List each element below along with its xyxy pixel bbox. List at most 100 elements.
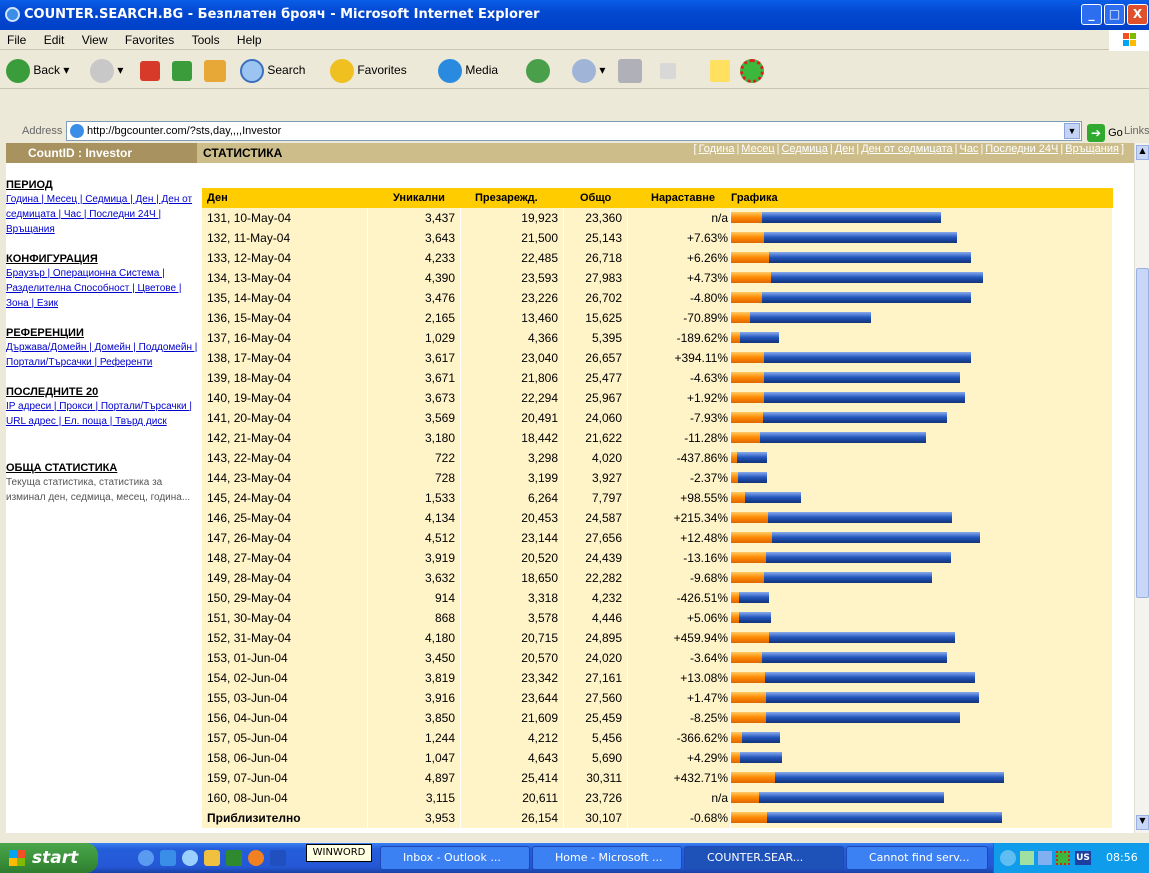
quicklaunch-ie-icon[interactable]	[138, 850, 154, 866]
nav-month[interactable]: Месец	[741, 143, 774, 155]
nav-year[interactable]: Година	[699, 143, 735, 155]
history-button[interactable]	[526, 57, 550, 83]
reloads-cell: 25,414	[461, 768, 564, 788]
chart-cell	[731, 688, 1113, 708]
close-button[interactable]: X	[1127, 4, 1148, 25]
menu-view[interactable]: View	[82, 33, 108, 47]
last20-links[interactable]: IP адреси | Прокси | Портали/Търсачки | …	[6, 399, 198, 429]
day-cell: 140, 19-May-04	[202, 388, 368, 408]
back-button[interactable]: Back ▾	[6, 57, 69, 83]
refresh-button[interactable]	[172, 57, 192, 83]
day-cell: 157, 05-Jun-04	[202, 728, 368, 748]
reloads-cell: 20,611	[461, 788, 564, 808]
total-cell: 24,439	[564, 548, 628, 568]
quicklaunch-folder-icon[interactable]	[204, 850, 220, 866]
taskbar: start WINWORD Inbox - Outlook ... Home -…	[0, 843, 1149, 873]
period-heading: ПЕРИОД	[6, 179, 53, 191]
quicklaunch-excel-icon[interactable]	[226, 850, 242, 866]
unique-cell: 3,617	[368, 348, 461, 368]
mail-button[interactable]: ▾	[572, 57, 605, 83]
nav-last24[interactable]: Последни 24Ч	[985, 143, 1058, 155]
period-links[interactable]: Година | Месец | Седмица | Ден | Ден от …	[6, 192, 198, 237]
media-button[interactable]: Media	[438, 57, 498, 83]
language-indicator[interactable]: US	[1075, 851, 1091, 865]
menu-tools[interactable]: Tools	[192, 33, 220, 47]
table-row: 132, 11-May-04 3,643 21,500 25,143 +7.63%	[202, 228, 1113, 248]
links-label[interactable]: Links	[1124, 119, 1149, 143]
reload-bar	[769, 252, 971, 263]
task-counter[interactable]: COUNTER.SEAR...	[684, 846, 844, 870]
nav-week[interactable]: Седмица	[781, 143, 827, 155]
home-button[interactable]	[204, 57, 226, 83]
unique-cell: 728	[368, 468, 461, 488]
minimize-button[interactable]: _	[1081, 4, 1102, 25]
unique-bar	[731, 652, 762, 663]
reload-bar	[742, 732, 780, 743]
growth-cell: -437.86%	[628, 448, 731, 468]
start-button[interactable]: start	[0, 843, 98, 873]
quicklaunch-media-icon[interactable]	[248, 850, 264, 866]
print-button[interactable]	[618, 57, 642, 83]
stop-button[interactable]	[140, 57, 160, 83]
unique-bar	[731, 532, 772, 543]
growth-cell: -7.93%	[628, 408, 731, 428]
quicklaunch-word-icon[interactable]	[270, 850, 286, 866]
address-dropdown[interactable]: ▼	[1064, 123, 1080, 139]
vertical-scrollbar[interactable]: ▲ ▼	[1134, 143, 1149, 833]
reload-bar	[764, 372, 960, 383]
reload-bar	[759, 792, 944, 803]
nav-day[interactable]: Ден	[835, 143, 855, 155]
unique-cell: 3,953	[368, 808, 461, 828]
growth-cell: -8.25%	[628, 708, 731, 728]
task-outlook[interactable]: Inbox - Outlook ...	[380, 846, 530, 870]
unique-cell: 3,632	[368, 568, 461, 588]
chart-cell	[731, 488, 1113, 508]
reloads-cell: 4,366	[461, 328, 564, 348]
task-cannot-find[interactable]: Cannot find serv...	[846, 846, 988, 870]
day-cell: 156, 04-Jun-04	[202, 708, 368, 728]
menu-help[interactable]: Help	[237, 33, 262, 47]
maximize-button[interactable]: □	[1104, 4, 1125, 25]
reload-bar	[764, 392, 965, 403]
unique-bar	[731, 392, 764, 403]
general-text: Текуща статистика, статистика за изминал…	[6, 477, 191, 503]
address-input[interactable]: http://bgcounter.com/?sts,day,,,,Investo…	[66, 121, 1082, 141]
tray-expand-icon[interactable]	[1000, 850, 1016, 866]
total-cell: 21,622	[564, 428, 628, 448]
menu-file[interactable]: File	[7, 33, 26, 47]
favorites-button[interactable]: Favorites	[330, 57, 407, 83]
search-button[interactable]: Search	[240, 57, 305, 83]
unique-bar	[731, 272, 771, 283]
unique-cell: 3,437	[368, 208, 461, 228]
mail-icon	[572, 58, 596, 83]
messenger-button[interactable]	[710, 57, 730, 83]
menu-favorites[interactable]: Favorites	[125, 33, 174, 47]
nav-hour[interactable]: Час	[959, 143, 978, 155]
references-links[interactable]: Държава/Домейн | Домейн | Поддомейн | По…	[6, 340, 198, 370]
total-cell: 24,895	[564, 628, 628, 648]
quicklaunch-desktop-icon[interactable]	[160, 850, 176, 866]
task-home[interactable]: Home - Microsoft ...	[532, 846, 682, 870]
growth-cell: -4.63%	[628, 368, 731, 388]
go-button[interactable]: ➔ Go	[1087, 121, 1123, 145]
reload-bar	[766, 692, 979, 703]
reloads-cell: 19,923	[461, 208, 564, 228]
unique-bar	[731, 432, 760, 443]
reload-bar	[772, 532, 980, 543]
unique-cell: 3,673	[368, 388, 461, 408]
growth-cell: +6.26%	[628, 248, 731, 268]
nav-weekday[interactable]: Ден от седмицата	[861, 143, 952, 155]
config-links[interactable]: Браузър | Операционна Система | Разделит…	[6, 266, 198, 311]
scroll-up-button[interactable]: ▲	[1136, 145, 1149, 160]
reloads-cell: 3,318	[461, 588, 564, 608]
reload-bar	[760, 432, 926, 443]
quicklaunch-outlook-icon[interactable]	[182, 850, 198, 866]
icq-button[interactable]	[740, 57, 764, 83]
scroll-down-button[interactable]: ▼	[1136, 815, 1149, 830]
edit-button[interactable]	[660, 57, 676, 83]
menu-edit[interactable]: Edit	[44, 33, 65, 47]
scroll-thumb[interactable]	[1136, 268, 1149, 598]
forward-button[interactable]: ▾	[90, 57, 123, 83]
unique-cell: 4,897	[368, 768, 461, 788]
nav-returns[interactable]: Връщания	[1065, 143, 1119, 155]
